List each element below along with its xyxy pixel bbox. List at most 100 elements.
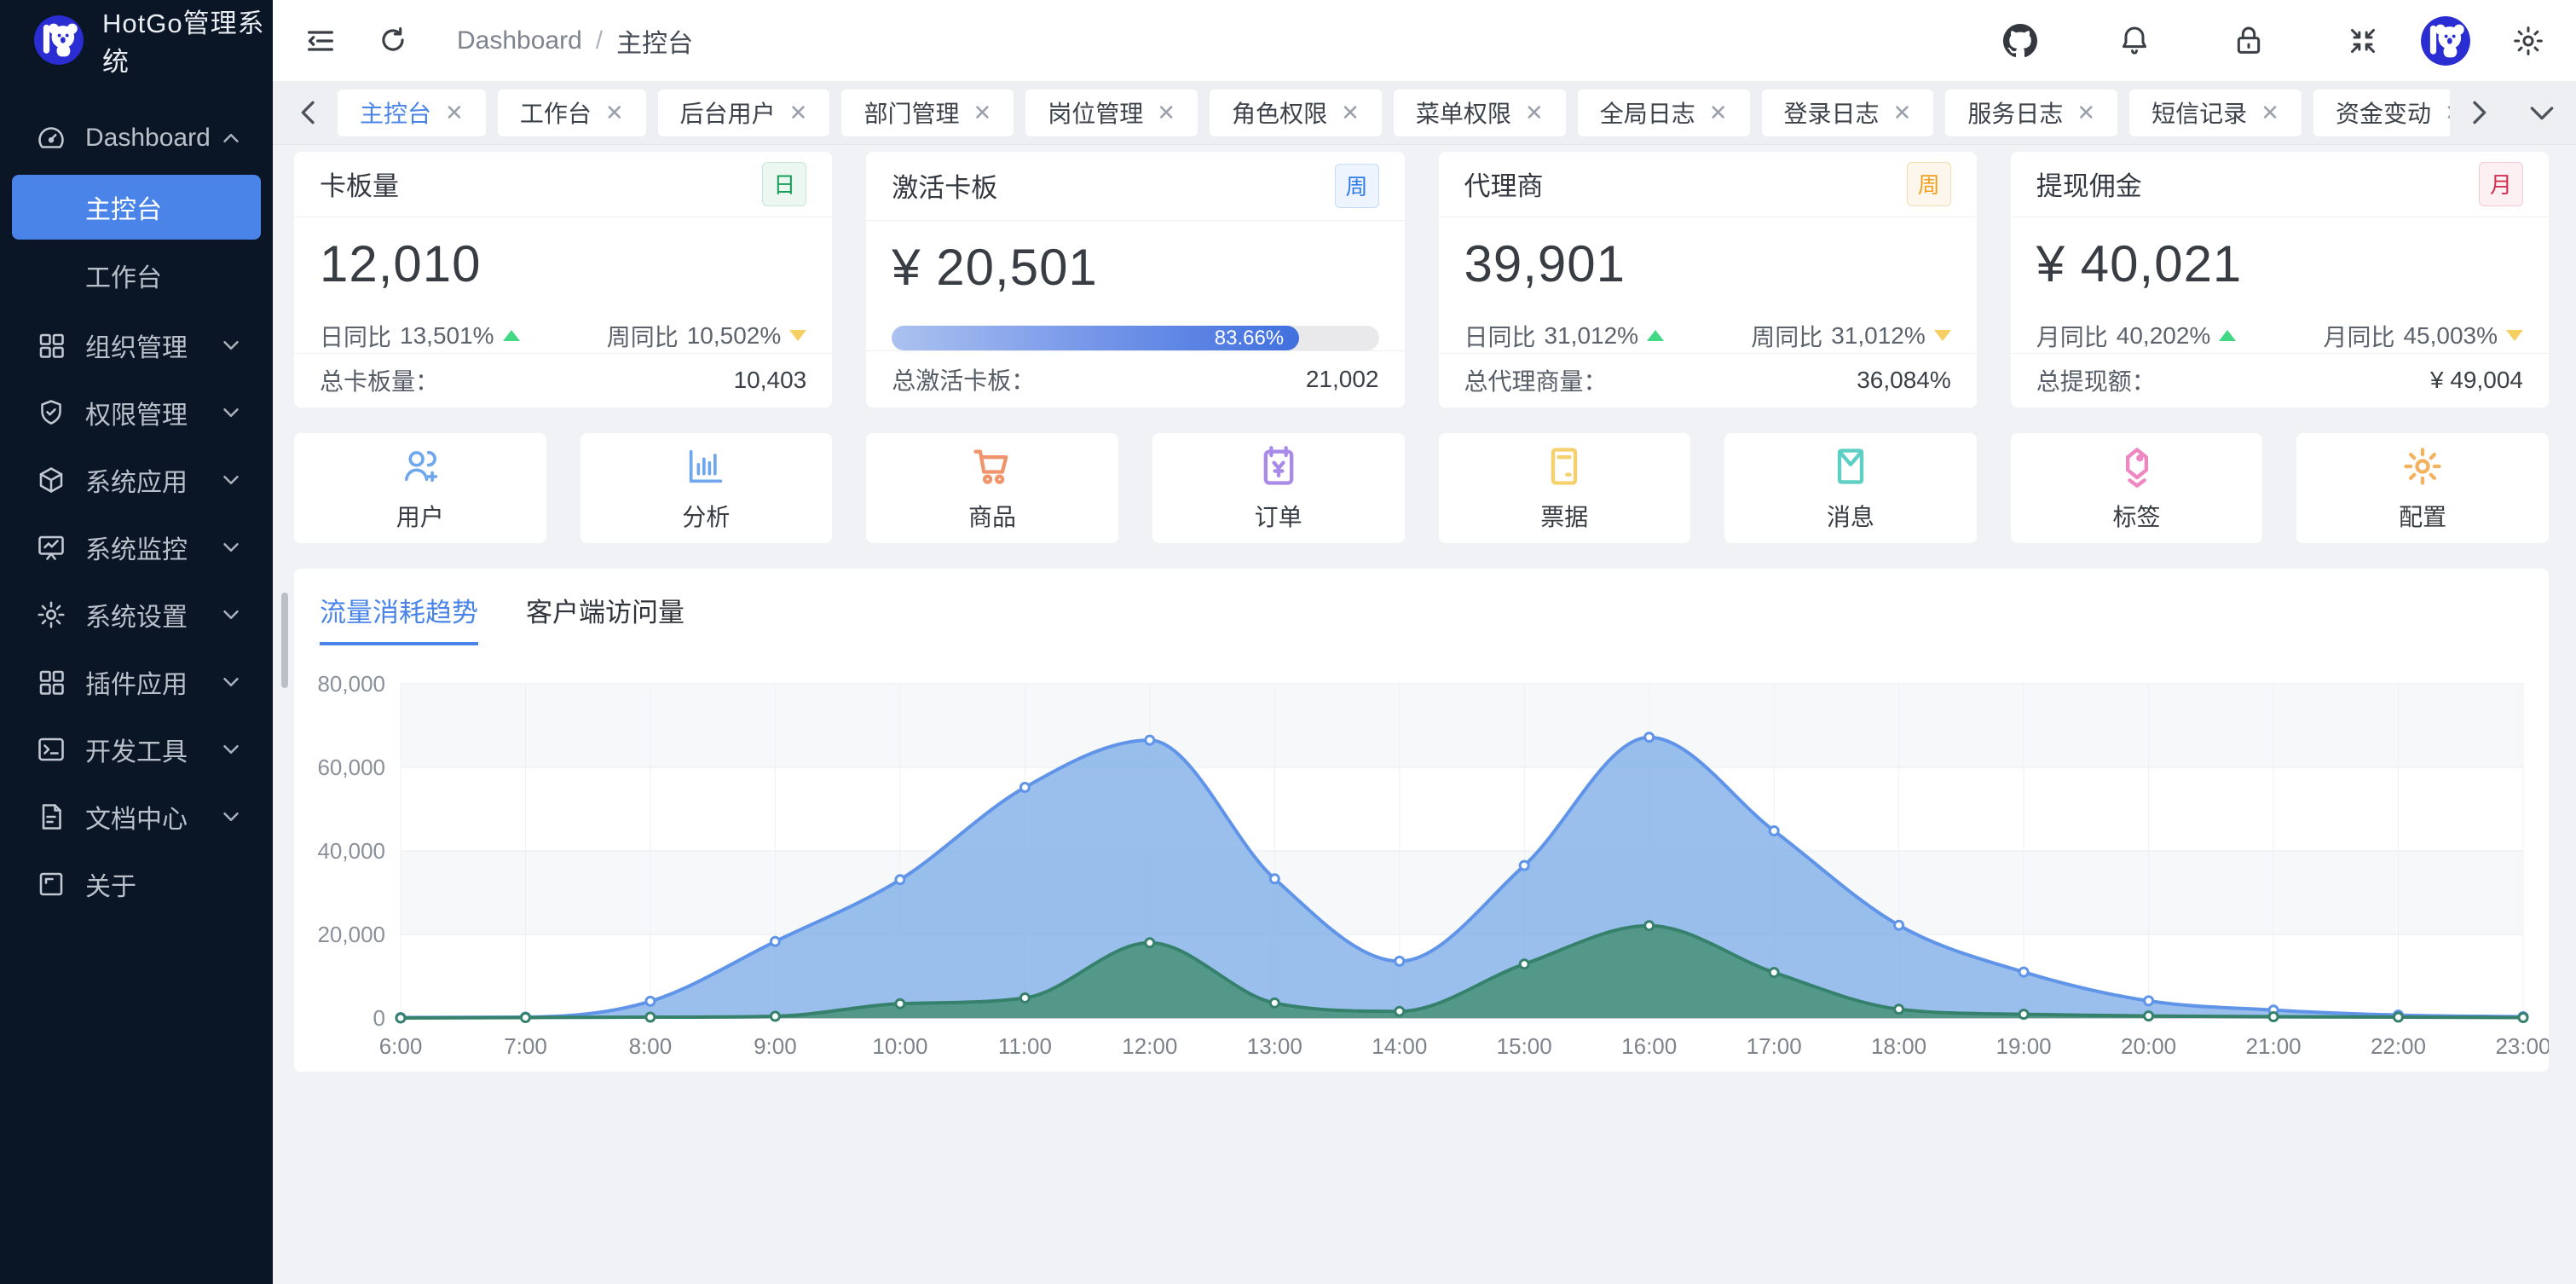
sidebar-item-dev-tools[interactable]: 开发工具 [0, 715, 273, 783]
shortcut-tags[interactable]: 标签 [2011, 433, 2263, 543]
shortcut-config[interactable]: 配置 [2296, 433, 2549, 543]
sidebar-item-label: 文档中心 [85, 798, 218, 836]
trend-label: 月同比 [2036, 319, 2108, 353]
svg-text:13:00: 13:00 [1247, 1033, 1302, 1059]
tabs-row: 主控台✕ 工作台✕ 后台用户✕ 部门管理✕ 岗位管理✕ 角色权限✕ 菜单权限✕ … [338, 90, 2450, 136]
app-title: HotGo管理系统 [102, 2, 273, 78]
github-icon[interactable] [2003, 24, 2037, 58]
tabs-scroll-right-icon[interactable] [2462, 95, 2496, 130]
sidebar-item-sys-monitor[interactable]: 系统监控 [0, 513, 273, 581]
shortcut-tickets[interactable]: 票据 [1439, 433, 1691, 543]
tabs-dropdown-icon[interactable] [2525, 95, 2559, 130]
shortcut-messages[interactable]: 消息 [1724, 433, 1977, 543]
sidebar-item-org-management[interactable]: 组织管理 [0, 311, 273, 379]
shortcut-users[interactable]: 用户 [294, 433, 546, 543]
svg-text:6:00: 6:00 [379, 1033, 423, 1059]
tab-close-icon[interactable]: ✕ [1525, 100, 1544, 126]
grid-icon [36, 667, 66, 697]
tab-close-icon[interactable]: ✕ [2261, 100, 2279, 126]
sidebar-item-plugin-app[interactable]: 插件应用 [0, 648, 273, 715]
order-icon [1256, 444, 1301, 489]
tab-item[interactable]: 全局日志✕ [1578, 90, 1750, 136]
tab-item[interactable]: 登录日志✕ [1762, 90, 1934, 136]
tab-close-icon[interactable]: ✕ [605, 100, 624, 126]
tab-traffic-trend[interactable]: 流量消耗趋势 [320, 591, 478, 645]
trend-down-icon [789, 330, 806, 341]
stat-footer-label: 总提现额： [2036, 363, 2156, 397]
tab-item[interactable]: 服务日志✕ [1945, 90, 2117, 136]
sidebar-subitem-console[interactable]: 主控台 [12, 175, 261, 240]
tab-item[interactable]: 角色权限✕ [1210, 90, 1382, 136]
stat-card-agents: 代理商 周 39,901 日同比31,012% 周同比31,012% 总代理商量… [1439, 152, 1977, 408]
breadcrumb-root[interactable]: Dashboard [457, 26, 582, 55]
svg-text:21:00: 21:00 [2246, 1033, 2302, 1059]
tab-close-icon[interactable]: ✕ [2445, 100, 2450, 126]
tab-item[interactable]: 主控台✕ [338, 90, 486, 136]
chevron-up-icon [218, 125, 244, 151]
avatar[interactable] [2421, 16, 2470, 66]
menu-fold-icon[interactable] [303, 24, 338, 58]
tabs-strip-right [2462, 95, 2559, 130]
shortcut-label: 票据 [1540, 499, 1588, 533]
bell-icon[interactable] [2117, 24, 2151, 58]
tab-close-icon[interactable]: ✕ [973, 100, 991, 126]
tabs-scroll-left-icon[interactable] [292, 95, 326, 130]
svg-text:11:00: 11:00 [998, 1033, 1052, 1059]
logo-row[interactable]: HotGo管理系统 [0, 0, 273, 80]
fullscreen-icon[interactable] [2346, 24, 2380, 58]
chevron-down-icon [218, 804, 244, 830]
svg-text:20:00: 20:00 [2121, 1033, 2176, 1059]
sidebar-item-label: 系统应用 [85, 461, 218, 499]
sidebar-subitem-workbench[interactable]: 工作台 [12, 243, 261, 308]
svg-text:80,000: 80,000 [317, 671, 385, 697]
shortcut-goods[interactable]: 商品 [866, 433, 1118, 543]
sidebar-item-label: Dashboard [85, 124, 218, 153]
shortcut-label: 配置 [2399, 499, 2446, 533]
sidebar-item-sys-settings[interactable]: 系统设置 [0, 581, 273, 648]
tab-close-icon[interactable]: ✕ [2076, 100, 2095, 126]
gear-icon[interactable] [2511, 24, 2545, 58]
svg-text:0: 0 [373, 1005, 385, 1031]
sidebar-item-label: 插件应用 [85, 663, 218, 701]
shortcut-analysis[interactable]: 分析 [580, 433, 833, 543]
stat-card-commission: 提现佣金 月 ¥ 40,021 月同比40,202% 月同比45,003% 总提… [2011, 152, 2549, 408]
stats-row: 卡板量 日 12,010 日同比13,501% 周同比10,502% 总卡板量：… [294, 152, 2549, 408]
trend-down-icon [1934, 330, 1951, 341]
tab-close-icon[interactable]: ✕ [445, 100, 464, 126]
trend-up-icon [2219, 330, 2236, 341]
shortcut-label: 分析 [682, 499, 730, 533]
svg-text:18:00: 18:00 [1871, 1033, 1926, 1059]
tab-close-icon[interactable]: ✕ [1157, 100, 1175, 126]
tab-item[interactable]: 短信记录✕ [2129, 90, 2302, 136]
tab-close-icon[interactable]: ✕ [1893, 100, 1912, 126]
sidebar-item-about[interactable]: 关于 [0, 850, 273, 917]
document-icon [36, 801, 66, 832]
tab-item[interactable]: 岗位管理✕ [1025, 90, 1198, 136]
tab-item[interactable]: 工作台✕ [498, 90, 646, 136]
tab-item[interactable]: 资金变动✕ [2313, 90, 2450, 136]
refresh-icon[interactable] [377, 24, 411, 58]
tab-client-visits[interactable]: 客户端访问量 [526, 591, 684, 645]
tab-close-icon[interactable]: ✕ [1709, 100, 1728, 126]
sidebar-item-perm-management[interactable]: 权限管理 [0, 379, 273, 446]
trend-value: 10,502% [687, 322, 782, 350]
sidebar-item-sys-app[interactable]: 系统应用 [0, 446, 273, 513]
svg-text:14:00: 14:00 [1372, 1033, 1427, 1059]
sidebar-item-dashboard[interactable]: Dashboard [0, 104, 273, 171]
trend-up-icon [503, 330, 520, 341]
sidebar-subitem-label: 工作台 [85, 257, 162, 294]
tab-item[interactable]: 后台用户✕ [658, 90, 830, 136]
lock-icon[interactable] [2232, 24, 2266, 58]
scrollbar-thumb[interactable] [281, 593, 288, 688]
period-badge: 周 [1335, 164, 1379, 208]
tab-item[interactable]: 部门管理✕ [841, 90, 1014, 136]
tab-close-icon[interactable]: ✕ [1341, 100, 1360, 126]
sidebar-item-doc-center[interactable]: 文档中心 [0, 783, 273, 850]
tab-item[interactable]: 菜单权限✕ [1394, 90, 1566, 136]
chevron-down-icon [218, 602, 244, 628]
tab-close-icon[interactable]: ✕ [789, 100, 808, 126]
shortcut-orders[interactable]: 订单 [1152, 433, 1405, 543]
terminal-icon [36, 734, 66, 765]
stat-footer-label: 总代理商量： [1464, 363, 1608, 397]
sidebar-menu: Dashboard 主控台 工作台 组织管理 权限管理 系统应用 [0, 80, 273, 917]
